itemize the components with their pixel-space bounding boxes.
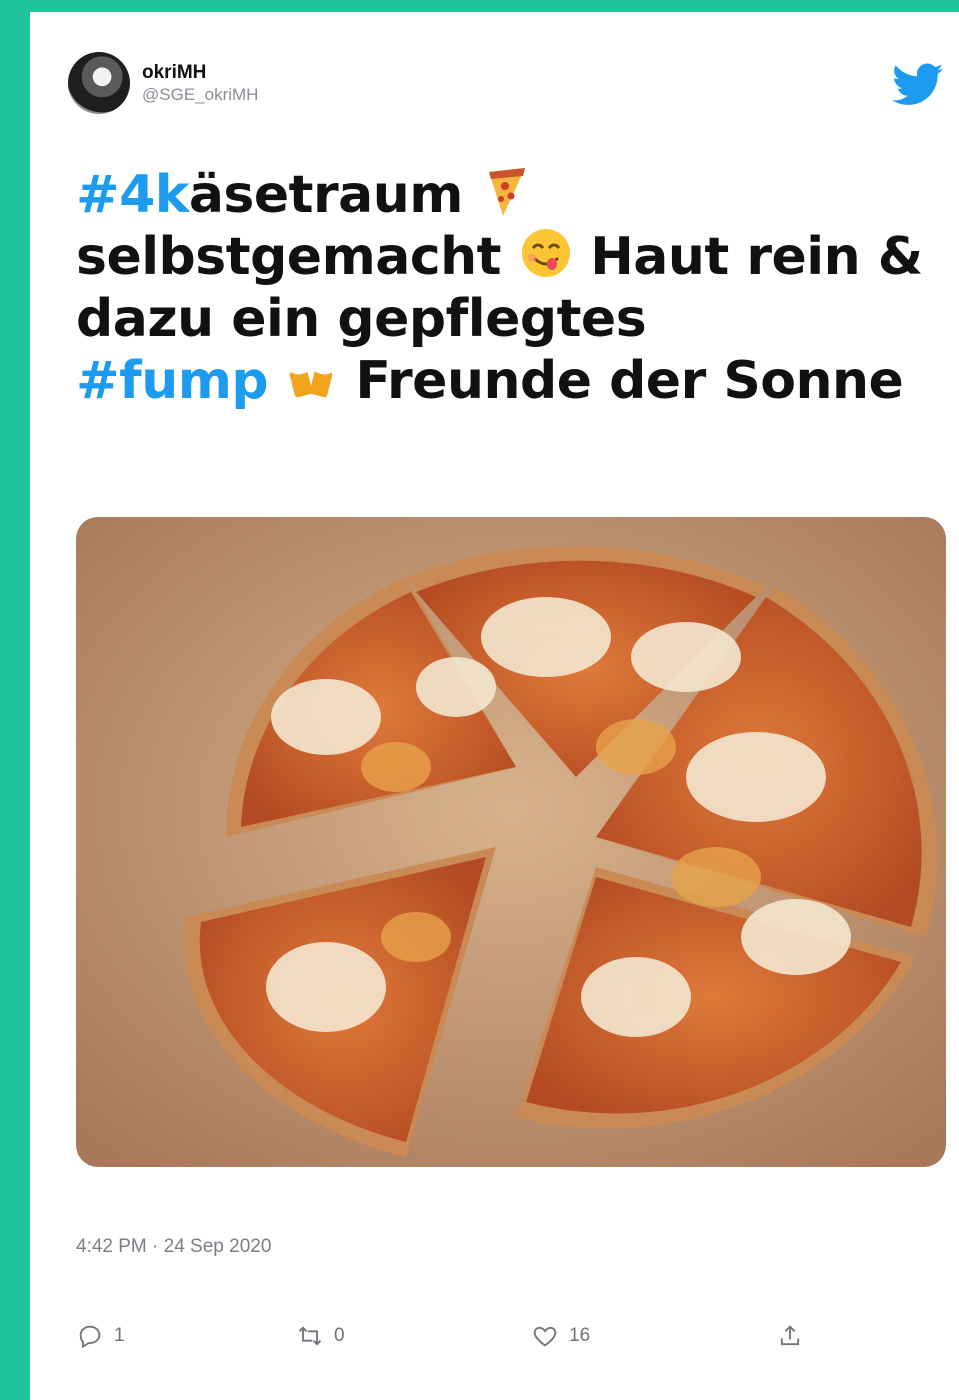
pizza-photo[interactable] bbox=[76, 517, 946, 1167]
tweet-text-part: äsetraum bbox=[188, 165, 464, 225]
like-button[interactable]: 16 bbox=[531, 1322, 590, 1350]
avatar[interactable] bbox=[68, 52, 130, 114]
author-info: okriMH @SGE_okriMH bbox=[142, 62, 258, 106]
tweet-card: okriMH @SGE_okriMH #4käsetraum selbstgem… bbox=[30, 12, 959, 1400]
heart-icon bbox=[533, 1326, 557, 1347]
tweet-text-part: Freunde der Sonne bbox=[355, 351, 904, 411]
timestamp[interactable]: 4:42 PM · 24 Sep 2020 bbox=[76, 1236, 271, 1258]
pizza-emoji bbox=[488, 168, 525, 216]
action-bar: 1 0 16 bbox=[76, 1322, 816, 1362]
yum-face-emoji bbox=[521, 229, 570, 277]
beer-mugs-emoji bbox=[289, 363, 332, 398]
reply-count: 1 bbox=[114, 1325, 125, 1346]
retweet-button[interactable]: 0 bbox=[296, 1322, 345, 1350]
retweet-icon bbox=[298, 1326, 322, 1346]
twitter-bird-icon[interactable] bbox=[892, 62, 944, 108]
tweet-text-part: selbstgemacht bbox=[76, 227, 502, 287]
hashtag-fump[interactable]: #fump bbox=[76, 351, 269, 411]
share-button[interactable] bbox=[776, 1322, 804, 1350]
tweet-text: #4käsetraum selbstgemacht Haut rein & da… bbox=[76, 164, 936, 412]
like-count: 16 bbox=[569, 1325, 591, 1346]
hashtag-4k[interactable]: #4k bbox=[76, 165, 189, 225]
reply-button[interactable]: 1 bbox=[76, 1322, 125, 1350]
pizza-image bbox=[76, 517, 946, 1167]
retweet-count: 0 bbox=[334, 1325, 345, 1346]
handle[interactable]: @SGE_okriMH bbox=[142, 84, 258, 106]
share-icon bbox=[780, 1325, 800, 1346]
display-name[interactable]: okriMH bbox=[142, 62, 258, 84]
reply-icon bbox=[79, 1325, 101, 1349]
